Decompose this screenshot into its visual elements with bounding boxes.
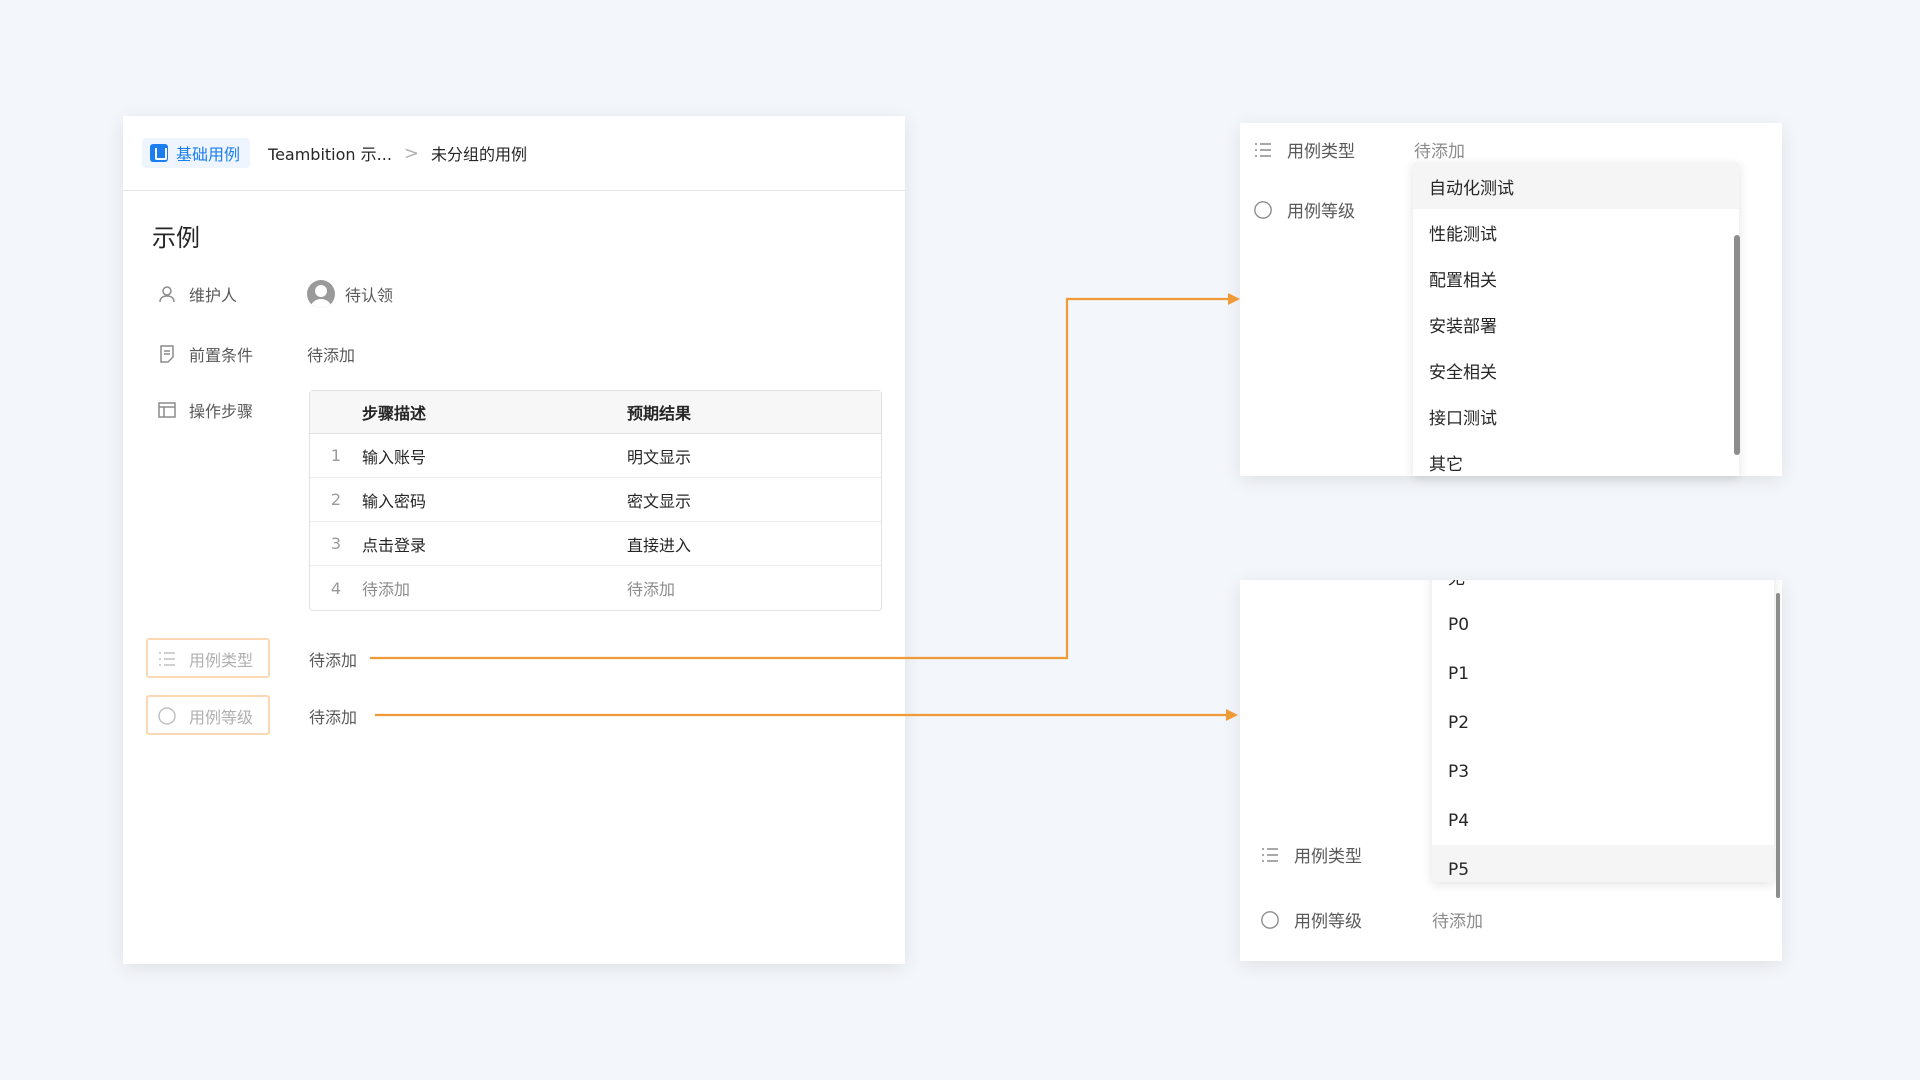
arrowhead-icon bbox=[1228, 293, 1240, 305]
arrowhead-icon bbox=[1226, 709, 1238, 721]
connector-arrows bbox=[370, 293, 1240, 721]
arrow-to-type-dropdown bbox=[370, 297, 1238, 660]
